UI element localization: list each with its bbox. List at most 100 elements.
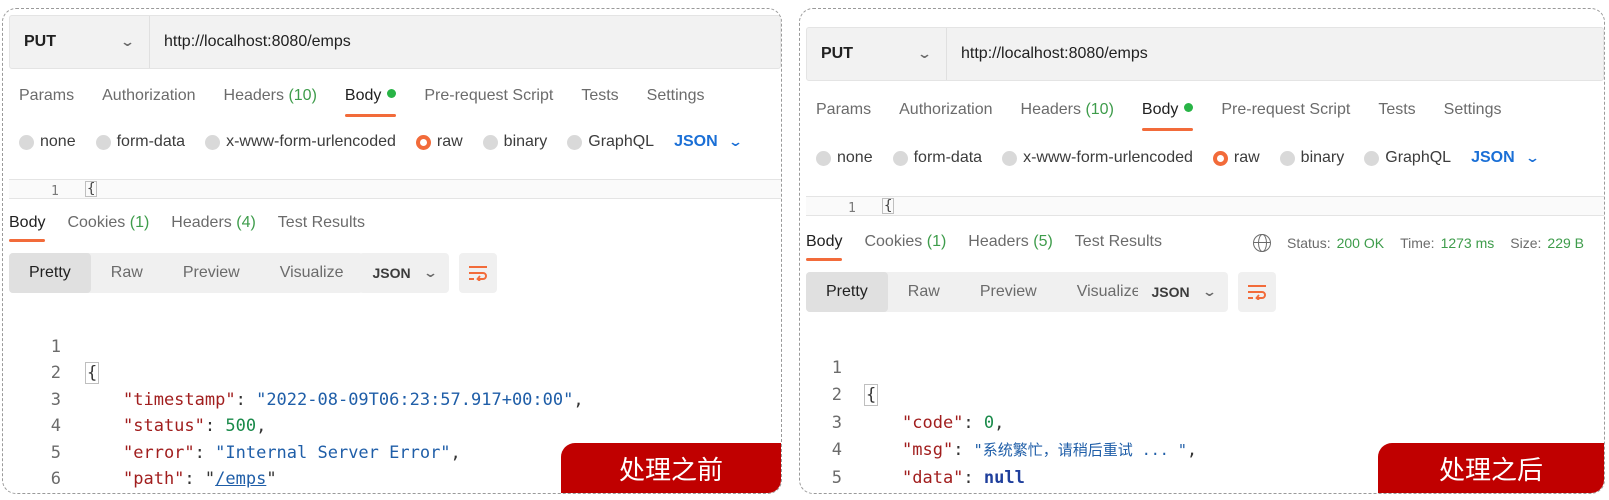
request-tabs: Params Authorization Headers (10) Body P… bbox=[816, 101, 1529, 131]
request-tabs: Params Authorization Headers (10) Body P… bbox=[19, 87, 732, 117]
chevron-down-icon: ⌄ bbox=[1201, 284, 1217, 299]
tab-tests[interactable]: Tests bbox=[581, 87, 618, 117]
body-type-radios: none form-data x-www-form-urlencoded raw… bbox=[816, 149, 1540, 167]
view-preview[interactable]: Preview bbox=[960, 272, 1057, 312]
response-view-toggle: Pretty Raw Preview Visualize bbox=[806, 272, 1161, 312]
radio-circle bbox=[816, 150, 831, 166]
time-label: Time: bbox=[1400, 235, 1435, 251]
response-status: Status: 200 OK Time: 1273 ms Size: 229 B bbox=[1253, 234, 1584, 252]
radio-circle-selected bbox=[415, 134, 431, 150]
chevron-down-icon: ⌄ bbox=[422, 265, 438, 280]
radio-raw-label: raw bbox=[1233, 149, 1260, 166]
radio-circle bbox=[1002, 150, 1018, 166]
radio-urlencoded-label: x-www-form-urlencoded bbox=[226, 133, 396, 150]
json-key: "path" bbox=[123, 469, 185, 489]
request-body-editor[interactable]: 1 { bbox=[806, 196, 1604, 216]
url-input[interactable]: http://localhost:8080/emps bbox=[150, 33, 351, 51]
radio-binary[interactable]: binary bbox=[482, 133, 547, 151]
tab-headers[interactable]: Headers (10) bbox=[224, 87, 317, 117]
response-format-select[interactable]: JSON ⌄ bbox=[1138, 272, 1228, 312]
tab-authorization[interactable]: Authorization bbox=[102, 87, 195, 117]
tab-params[interactable]: Params bbox=[816, 101, 871, 131]
radio-raw[interactable]: raw bbox=[1212, 149, 1260, 167]
view-raw[interactable]: Raw bbox=[91, 253, 163, 293]
body-format-select[interactable]: JSON ⌄ bbox=[674, 133, 743, 151]
body-format-select[interactable]: JSON ⌄ bbox=[1471, 149, 1540, 167]
tab-body[interactable]: Body bbox=[1141, 101, 1194, 131]
tab-settings[interactable]: Settings bbox=[647, 87, 705, 117]
editor-text: { bbox=[882, 198, 895, 214]
view-preview[interactable]: Preview bbox=[163, 253, 260, 293]
radio-urlencoded[interactable]: x-www-form-urlencoded bbox=[1002, 149, 1193, 167]
resp-tab-cookies[interactable]: Cookies (1) bbox=[864, 233, 946, 261]
url-input[interactable]: http://localhost:8080/emps bbox=[947, 45, 1148, 63]
radio-circle bbox=[19, 134, 34, 150]
response-format-select[interactable]: JSON ⌄ bbox=[359, 253, 449, 293]
radio-graphql[interactable]: GraphQL bbox=[567, 133, 654, 151]
size-label: Size: bbox=[1510, 235, 1542, 251]
resp-tab-body[interactable]: Body bbox=[9, 214, 46, 242]
resp-tab-headers[interactable]: Headers (4) bbox=[171, 214, 256, 242]
body-type-radios: none form-data x-www-form-urlencoded raw… bbox=[19, 133, 743, 151]
radio-circle bbox=[95, 134, 111, 150]
body-format-label: JSON bbox=[674, 133, 718, 150]
response-tabs: Body Cookies (1) Headers (4) Test Result… bbox=[9, 214, 387, 242]
code-line: 3 "msg": "系统繁忙，请稍后重试 ... ", bbox=[800, 382, 1604, 461]
radio-none[interactable]: none bbox=[816, 149, 873, 167]
radio-binary-label: binary bbox=[1300, 149, 1345, 166]
tab-headers-count: (10) bbox=[288, 87, 317, 104]
radio-raw[interactable]: raw bbox=[415, 133, 463, 151]
editor-line-number: 1 bbox=[848, 201, 856, 216]
radio-form-data[interactable]: form-data bbox=[892, 149, 982, 167]
line-number: 6 bbox=[50, 469, 61, 489]
method-label: PUT bbox=[821, 45, 853, 62]
view-pretty[interactable]: Pretty bbox=[806, 272, 888, 312]
method-select[interactable]: PUT ⌄ bbox=[10, 16, 150, 68]
request-bar: PUT ⌄ http://localhost:8080/emps bbox=[9, 15, 781, 69]
radio-urlencoded-label: x-www-form-urlencoded bbox=[1023, 149, 1193, 166]
globe-icon[interactable] bbox=[1253, 234, 1272, 252]
resp-tab-cookies[interactable]: Cookies (1) bbox=[67, 214, 149, 242]
wrap-lines-button[interactable] bbox=[1238, 272, 1276, 312]
radio-circle bbox=[1364, 150, 1380, 166]
method-select[interactable]: PUT ⌄ bbox=[807, 28, 947, 80]
tab-settings[interactable]: Settings bbox=[1444, 101, 1502, 131]
resp-tab-test-results[interactable]: Test Results bbox=[1075, 233, 1162, 261]
resp-tab-test-results[interactable]: Test Results bbox=[278, 214, 365, 242]
view-raw[interactable]: Raw bbox=[888, 272, 960, 312]
resp-tab-body[interactable]: Body bbox=[806, 233, 843, 261]
wrap-lines-button[interactable] bbox=[459, 253, 497, 293]
body-format-label: JSON bbox=[1471, 149, 1515, 166]
wrap-lines-icon bbox=[469, 266, 487, 281]
size-value[interactable]: 229 B bbox=[1547, 235, 1584, 251]
code-line: 3 "status": 500, bbox=[3, 360, 781, 437]
view-visualize[interactable]: Visualize bbox=[260, 253, 364, 293]
radio-binary[interactable]: binary bbox=[1279, 149, 1345, 167]
body-indicator-dot bbox=[1184, 103, 1194, 113]
radio-urlencoded[interactable]: x-www-form-urlencoded bbox=[205, 133, 396, 151]
tab-authorization[interactable]: Authorization bbox=[899, 101, 992, 131]
tab-body[interactable]: Body bbox=[344, 87, 397, 117]
tab-prerequest[interactable]: Pre-request Script bbox=[424, 87, 553, 117]
json-link-value[interactable]: /emps bbox=[215, 469, 266, 489]
radio-form-data-label: form-data bbox=[116, 133, 186, 150]
resp-tab-headers[interactable]: Headers (5) bbox=[968, 233, 1053, 261]
tab-params[interactable]: Params bbox=[19, 87, 74, 117]
radio-none[interactable]: none bbox=[19, 133, 76, 151]
radio-form-data[interactable]: form-data bbox=[95, 133, 186, 151]
radio-graphql-label: GraphQL bbox=[588, 133, 655, 150]
status-label: Status: bbox=[1287, 235, 1331, 251]
request-body-editor[interactable]: 1 { bbox=[9, 179, 781, 199]
panel-after: PUT ⌄ http://localhost:8080/emps Params … bbox=[799, 8, 1605, 494]
label-badge: 处理之后 bbox=[1378, 443, 1604, 493]
radio-none-label: none bbox=[837, 149, 873, 166]
tab-prerequest[interactable]: Pre-request Script bbox=[1221, 101, 1350, 131]
resp-tab-headers-label: Headers bbox=[171, 214, 232, 231]
view-pretty[interactable]: Pretty bbox=[9, 253, 91, 293]
radio-graphql[interactable]: GraphQL bbox=[1364, 149, 1451, 167]
tab-headers[interactable]: Headers (10) bbox=[1021, 101, 1114, 131]
time-value[interactable]: 1273 ms bbox=[1441, 235, 1495, 251]
status-value[interactable]: 200 OK bbox=[1337, 235, 1384, 251]
tab-tests[interactable]: Tests bbox=[1378, 101, 1415, 131]
tab-headers-label: Headers bbox=[223, 87, 284, 104]
